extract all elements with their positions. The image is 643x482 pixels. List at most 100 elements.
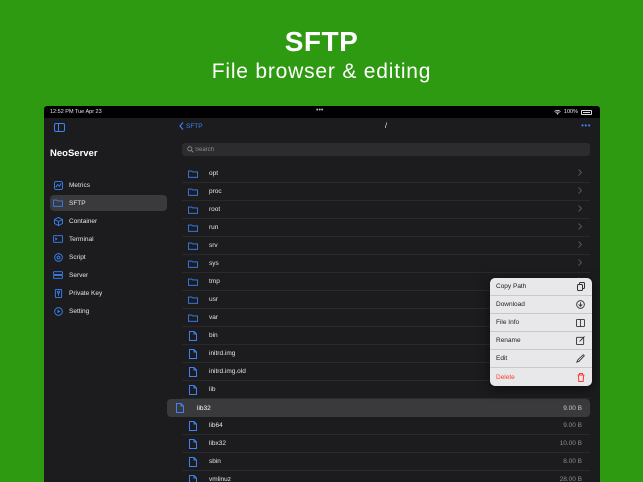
cube-icon (53, 216, 63, 226)
chevron-right-icon (578, 187, 583, 196)
folder-row[interactable]: proc (182, 183, 590, 201)
key-icon (53, 288, 63, 298)
file-row[interactable]: vmlinuz 28.00 B (182, 471, 590, 482)
rename-icon (576, 336, 585, 345)
file-row[interactable]: lib32 9.00 B (167, 399, 590, 417)
wifi-icon (554, 109, 561, 115)
menu-item-edit[interactable]: Edit (490, 350, 592, 368)
file-icon (187, 438, 199, 449)
hero-subtitle: File browser & editing (211, 60, 432, 83)
info-icon (576, 318, 585, 327)
file-name: srv (209, 242, 218, 249)
folder-icon (187, 187, 199, 197)
more-button[interactable]: ••• (581, 121, 591, 130)
sidebar-item-label: Script (69, 253, 86, 261)
multitask-dots[interactable]: ••• (316, 107, 323, 114)
file-name: vmlinuz (209, 476, 232, 482)
sidebar-toggle-icon[interactable] (54, 123, 65, 132)
folder-icon (187, 241, 199, 251)
sidebar-item-terminal[interactable]: Terminal (50, 231, 167, 247)
file-name: lib32 (197, 404, 211, 412)
folder-row[interactable]: srv (182, 237, 590, 255)
menu-item-download[interactable]: Download (490, 296, 592, 314)
sidebar-item-label: Terminal (69, 235, 94, 243)
file-name: root (209, 206, 221, 213)
file-row[interactable]: lib64 9.00 B (182, 417, 590, 435)
file-icon (187, 456, 199, 467)
search-icon (185, 146, 195, 153)
file-row[interactable]: libx32 10.00 B (182, 435, 590, 453)
menu-item-label: Copy Path (496, 283, 527, 290)
sidebar-item-setting[interactable]: Setting (50, 303, 167, 319)
menu-item-label: Delete (496, 373, 515, 381)
file-icon (174, 403, 186, 413)
menu-item-copy-path[interactable]: Copy Path (490, 278, 592, 296)
menu-item-rename[interactable]: Rename (490, 332, 592, 350)
sidebar-item-sftp[interactable]: SFTP (50, 195, 167, 211)
file-icon (187, 420, 199, 431)
menu-item-label: File Info (496, 319, 520, 326)
chevron-right-icon (578, 241, 583, 250)
file-name: libx32 (209, 440, 226, 447)
path-title: / (385, 123, 387, 130)
status-time: 12:52 PM Tue Apr 23 (50, 109, 102, 115)
chevron-right-icon (578, 169, 583, 178)
sidebar: NeoServer Metrics SFTP Container Terminal Sc… (44, 118, 172, 482)
file-name: lib64 (209, 422, 223, 429)
file-icon (187, 366, 199, 377)
copy-icon (576, 282, 585, 291)
app-name: NeoServer (50, 148, 98, 159)
context-menu: Copy Path Download File Info Rename Edit Dele… (490, 278, 592, 386)
sidebar-item-label: Private Key (69, 289, 103, 297)
folder-icon (53, 198, 63, 208)
folder-row[interactable]: opt (182, 165, 590, 183)
search-bar[interactable] (182, 143, 590, 156)
file-name: opt (209, 170, 219, 177)
file-icon (187, 474, 199, 482)
play-icon (53, 306, 63, 316)
folder-icon (187, 277, 199, 287)
folder-icon (187, 169, 199, 179)
sidebar-item-script[interactable]: Script (50, 249, 167, 265)
search-input[interactable] (195, 146, 575, 153)
file-name: run (209, 224, 219, 231)
file-size: 28.00 B (559, 476, 582, 482)
sidebar-item-server[interactable]: Server (50, 267, 167, 283)
menu-item-label: Edit (496, 355, 508, 362)
folder-icon (187, 295, 199, 305)
folder-icon (187, 205, 199, 215)
sidebar-item-label: Server (69, 271, 89, 279)
menu-item-label: Download (496, 301, 525, 308)
folder-icon (187, 259, 199, 269)
folder-icon (187, 313, 199, 323)
file-icon (187, 348, 199, 359)
file-row[interactable]: sbin 8.00 B (182, 453, 590, 471)
chevron-right-icon (578, 205, 583, 214)
file-name: proc (209, 188, 222, 195)
hero-title: SFTP (284, 26, 359, 57)
sidebar-item-container[interactable]: Container (50, 213, 167, 229)
folder-row[interactable]: sys (182, 255, 590, 273)
menu-item-label: Rename (496, 337, 521, 344)
battery-percent: 100% (563, 109, 578, 115)
menu-item-file-info[interactable]: File Info (490, 314, 592, 332)
folder-icon (187, 223, 199, 233)
folder-row[interactable]: run (182, 219, 590, 237)
download-icon (576, 300, 585, 309)
sidebar-item-label: Container (69, 217, 98, 225)
file-size: 10.00 B (559, 440, 582, 447)
file-size: 8.00 B (563, 458, 582, 465)
battery-icon (581, 109, 592, 115)
sidebar-item-label: Metrics (69, 181, 90, 189)
ipad-screen: 12:52 PM Tue Apr 23 ••• 100% NeoServer M… (44, 106, 600, 482)
file-name: lib (209, 386, 216, 393)
sidebar-item-private-key[interactable]: Private Key (50, 285, 167, 301)
file-size: 9.00 B (563, 404, 582, 412)
trash-icon (576, 372, 585, 382)
menu-item-delete[interactable]: Delete (490, 368, 592, 386)
file-size: 9.00 B (563, 422, 582, 429)
server-icon (53, 270, 63, 280)
file-icon (187, 330, 199, 341)
folder-row[interactable]: root (182, 201, 590, 219)
sidebar-item-metrics[interactable]: Metrics (50, 177, 167, 193)
